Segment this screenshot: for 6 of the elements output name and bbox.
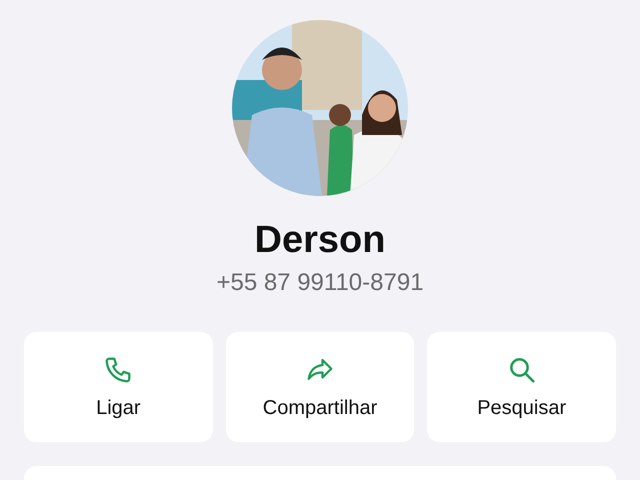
phone-number: +55 87 99110-8791 bbox=[216, 268, 424, 298]
phone-icon bbox=[103, 354, 134, 384]
call-button[interactable]: Ligar bbox=[24, 332, 213, 442]
contact-name: Derson bbox=[254, 218, 386, 262]
share-button[interactable]: Compartilhar bbox=[226, 332, 414, 442]
search-button[interactable]: Pesquisar bbox=[427, 332, 616, 442]
